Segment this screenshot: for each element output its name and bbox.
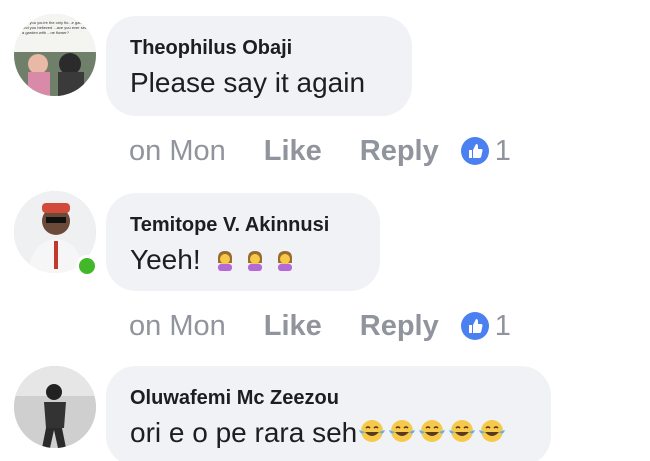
like-count[interactable]: 1 — [495, 310, 511, 343]
comment-author[interactable]: Temitope V. Akinnusi — [130, 213, 356, 237]
face-with-tears-of-joy-emoji-icon — [357, 418, 387, 452]
face-with-tears-of-joy-emoji-icon — [447, 418, 477, 452]
comment-author[interactable]: Oluwafemi Mc Zeezou — [130, 386, 527, 410]
comment-text: ori e o pe rara seh — [130, 417, 358, 448]
comment-actions: on Mon Like Reply 1 — [129, 131, 511, 171]
thumbs-up-icon[interactable] — [460, 312, 489, 340]
like-count[interactable]: 1 — [495, 135, 511, 168]
avatar[interactable] — [14, 366, 96, 448]
reply-button[interactable]: Reply — [360, 135, 439, 168]
avatar-image — [14, 366, 96, 448]
comment-author[interactable]: Theophilus Obaji — [130, 36, 388, 60]
avatar-caption: ...id you you're the only flo...e garden… — [22, 20, 90, 35]
comment-text: Yeeh! — [130, 244, 201, 275]
face-with-tears-of-joy-emoji-icon — [417, 418, 447, 452]
woman-facepalming-emoji-icon — [214, 245, 236, 279]
thumbs-up-icon[interactable] — [460, 137, 489, 165]
reply-button[interactable]: Reply — [360, 310, 439, 343]
comment-bubble: Oluwafemi Mc Zeezou ori e o pe rara seh — [106, 366, 551, 461]
comment-time[interactable]: on Mon — [129, 135, 226, 168]
online-status-indicator — [76, 255, 98, 277]
comment-bubble: Temitope V. Akinnusi Yeeh! — [106, 193, 380, 291]
avatar[interactable]: ...id you you're the only flo...e garden… — [14, 14, 96, 96]
comment-text: Please say it again — [130, 67, 366, 98]
comment-time[interactable]: on Mon — [129, 310, 226, 343]
face-with-tears-of-joy-emoji-icon — [477, 418, 507, 452]
comment-text-row: ori e o pe rara seh — [130, 416, 527, 452]
woman-facepalming-emoji-icon — [244, 245, 266, 279]
face-with-tears-of-joy-emoji-icon — [387, 418, 417, 452]
like-button[interactable]: Like — [264, 310, 322, 343]
woman-facepalming-emoji-icon — [274, 245, 296, 279]
comment-actions: on Mon Like Reply 1 — [129, 306, 511, 346]
comment-bubble: Theophilus Obaji Please say it again — [106, 16, 412, 116]
comment-text-row: Yeeh! — [130, 243, 356, 279]
like-button[interactable]: Like — [264, 135, 322, 168]
